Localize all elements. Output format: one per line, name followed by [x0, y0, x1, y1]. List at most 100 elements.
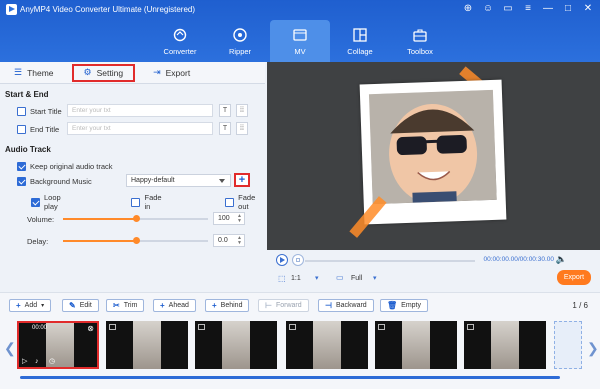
end-title-font-button[interactable]: T — [219, 122, 231, 135]
volume-slider[interactable] — [63, 215, 208, 222]
timeline-clip-4[interactable] — [286, 321, 368, 369]
timeline-scrollbar[interactable] — [20, 376, 560, 379]
music-select[interactable]: Happy-default — [126, 174, 231, 187]
music-select-value: Happy-default — [131, 177, 175, 184]
maximize-icon[interactable]: □ — [562, 3, 574, 15]
chevron-left-icon[interactable]: ❮ — [4, 340, 16, 357]
nav-ripper[interactable]: Ripper — [210, 20, 270, 62]
stop-button[interactable] — [292, 254, 304, 266]
add-clip-slot[interactable] — [554, 321, 582, 369]
start-title-checkbox[interactable] — [17, 106, 26, 116]
trim-button[interactable]: ✂ Trim — [106, 299, 145, 312]
edit-button[interactable]: ✎ Edit — [62, 299, 99, 312]
add-music-button[interactable]: + — [234, 173, 250, 187]
volume-value: 100 — [218, 215, 230, 222]
add-label: Add — [24, 302, 38, 309]
ripper-icon — [232, 27, 248, 43]
forward-icon: ⊢ — [265, 301, 272, 310]
nav-toolbox[interactable]: Toolbox — [390, 20, 450, 62]
message-icon[interactable]: ▭ — [502, 3, 514, 15]
start-title-input[interactable]: Enter your txt — [67, 104, 213, 117]
menu-icon[interactable]: ≡ — [522, 3, 534, 15]
nav-collage-label: Collage — [347, 46, 373, 56]
add-button[interactable]: + Add ▾ — [9, 299, 52, 312]
end-title-input[interactable]: Enter your txt — [67, 122, 213, 135]
clock-icon[interactable]: ◷ — [49, 357, 55, 365]
image-icon — [289, 324, 296, 330]
ratio-chevron-icon[interactable]: ▾ — [315, 274, 319, 282]
volume-icon[interactable]: 🔈 — [556, 254, 567, 265]
ratio-select[interactable]: 1:1 — [291, 275, 301, 282]
end-title-label: End Title — [30, 124, 60, 134]
nav-ripper-label: Ripper — [228, 46, 252, 56]
close-icon[interactable]: ✕ — [582, 3, 594, 15]
image-icon — [378, 324, 385, 330]
play-icon[interactable]: ▷ — [22, 357, 27, 365]
image-icon — [109, 324, 116, 330]
scissors-icon: ✂ — [113, 301, 120, 310]
player-controls: 00:00:00.00/00:00:30.00 🔈 ⬚ 1:1 ▾ ▭ Full… — [267, 250, 600, 292]
export-button[interactable]: Export — [557, 270, 591, 285]
fade-out-checkbox[interactable] — [225, 197, 235, 207]
end-title-checkbox[interactable] — [17, 124, 26, 134]
timeline-clip-3[interactable] — [195, 321, 277, 369]
timeline-clip-6[interactable] — [464, 321, 546, 369]
play-button[interactable] — [276, 254, 288, 266]
spinner-arrows-icon[interactable]: ▲ ▼ — [237, 236, 242, 246]
zoom-select[interactable]: Full — [351, 275, 362, 282]
backward-button[interactable]: ⊣ Backward — [318, 299, 374, 312]
timeline-clip-5[interactable] — [375, 321, 457, 369]
loop-play-checkbox[interactable] — [31, 197, 40, 207]
delay-slider[interactable] — [63, 237, 208, 244]
timeline-clip-2[interactable] — [106, 321, 188, 369]
end-title-grid-button[interactable]: ⁞⁞ — [236, 122, 248, 135]
volume-slider-fill — [63, 218, 136, 220]
keep-original-label: Keep original audio track — [30, 161, 113, 171]
delay-input[interactable]: 0.0 ▲ ▼ — [213, 234, 245, 247]
chevron-right-icon[interactable]: ❯ — [587, 340, 599, 357]
volume-input[interactable]: 100 ▲ ▼ — [213, 212, 245, 225]
theme-icon: ☰ — [14, 67, 23, 77]
tab-setting-label: Setting — [96, 67, 124, 78]
zoom-chevron-icon[interactable]: ▾ — [373, 274, 377, 282]
cart-icon[interactable]: ⊕ — [462, 3, 474, 15]
clip-time: 00:00 — [32, 325, 48, 331]
progress-bar[interactable] — [305, 260, 475, 262]
nav-converter[interactable]: Converter — [150, 20, 210, 62]
audio-icon[interactable]: ♪ — [35, 358, 39, 365]
empty-button[interactable]: 🗑 Empty — [380, 299, 428, 312]
loop-play-label: Loop play — [44, 193, 61, 211]
start-title-grid-button[interactable]: ⁞⁞ — [236, 104, 248, 117]
fade-in-checkbox[interactable] — [131, 197, 141, 207]
forward-button[interactable]: ⊢ Forward — [258, 299, 309, 312]
plus-icon: + — [160, 301, 165, 310]
chevron-down-icon — [219, 179, 225, 183]
person-icon[interactable]: ☺ — [482, 3, 494, 15]
volume-slider-knob[interactable] — [132, 215, 140, 222]
minimize-icon[interactable]: — — [542, 3, 554, 15]
timeline-clip-1[interactable]: 00:00 ⊗ ▷ ♪ ◷ — [17, 321, 99, 369]
settings-panel: ☰ Theme ⚙ Setting ⇥ Export Start & End S… — [0, 62, 265, 292]
tab-setting[interactable]: ⚙ Setting — [71, 63, 136, 82]
page-indicator: 1 / 6 — [572, 301, 588, 310]
edit-label: Edit — [79, 302, 92, 309]
clip-thumbnail — [133, 321, 161, 369]
section-title: Start & End — [5, 89, 49, 99]
behind-button[interactable]: + Behind — [205, 299, 250, 312]
delay-slider-knob[interactable] — [132, 237, 140, 244]
spinner-arrows-icon[interactable]: ▲ ▼ — [237, 214, 242, 224]
backward-icon: ⊣ — [325, 301, 332, 310]
keep-original-checkbox[interactable] — [17, 161, 26, 171]
ahead-button[interactable]: + Ahead — [153, 299, 196, 312]
nav-collage[interactable]: Collage — [330, 20, 390, 62]
edit-icon: ✎ — [69, 301, 76, 310]
start-title-font-button[interactable]: T — [219, 104, 231, 117]
close-icon[interactable]: ⊗ — [87, 324, 94, 333]
tab-theme[interactable]: ☰ Theme — [4, 64, 64, 82]
tab-export[interactable]: ⇥ Export — [143, 64, 200, 82]
background-music-checkbox[interactable] — [17, 176, 26, 186]
chevron-down-icon: ▾ — [41, 303, 45, 309]
ratio-icon: ⬚ — [278, 274, 286, 283]
nav-mv[interactable]: MV — [270, 20, 330, 62]
ahead-label: Ahead — [168, 302, 189, 309]
